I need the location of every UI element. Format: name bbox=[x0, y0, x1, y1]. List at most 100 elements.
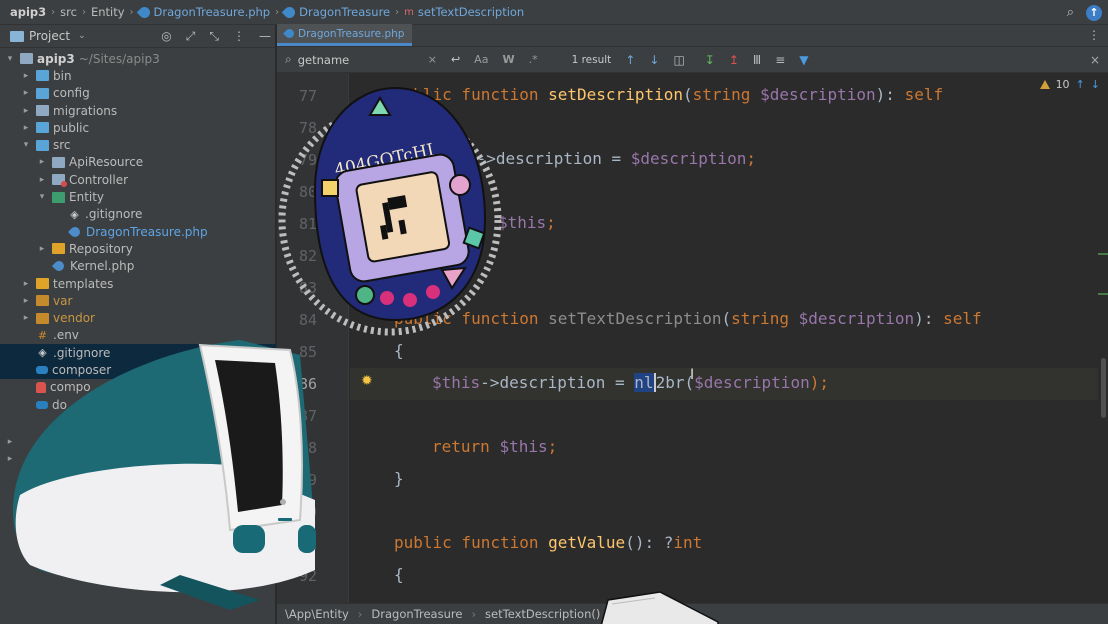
tree-item-public[interactable]: ▸ public bbox=[0, 119, 276, 136]
chevron-down-icon[interactable]: ▾ bbox=[4, 54, 16, 64]
tamagotchi-sticker: 404GOTcHI bbox=[278, 86, 502, 336]
search-icon[interactable]: ⌕ bbox=[285, 52, 292, 67]
scrollbar-thumb[interactable] bbox=[1101, 358, 1106, 418]
chevron-right-icon[interactable]: ▸ bbox=[20, 106, 32, 116]
breadcrumb-file-label: DragonTreasure.php bbox=[153, 5, 271, 19]
tree-item-repository[interactable]: ▸ Repository bbox=[0, 240, 276, 257]
class-icon bbox=[281, 4, 298, 20]
tree-item-dragontreasure[interactable]: DragonTreasure.php bbox=[0, 223, 276, 240]
chevron-right-icon[interactable]: ▸ bbox=[20, 279, 32, 289]
breadcrumb-file[interactable]: DragonTreasure.php bbox=[136, 4, 271, 20]
php-file-icon bbox=[67, 224, 83, 239]
breadcrumb-entity[interactable]: Entity bbox=[91, 5, 125, 19]
chevron-right-icon[interactable]: ▸ bbox=[20, 296, 32, 306]
search-result-count: 1 result bbox=[571, 53, 612, 66]
chevron-right-icon[interactable]: ▸ bbox=[20, 123, 32, 133]
tree-item-apiresource[interactable]: ▸ ApiResource bbox=[0, 154, 276, 171]
tree-item-label: .gitignore bbox=[85, 207, 143, 222]
excluded-folder-icon bbox=[36, 312, 49, 324]
arrow-up-icon[interactable]: ↑ bbox=[625, 53, 635, 67]
folder-icon bbox=[52, 156, 65, 168]
tree-item-controller[interactable]: ▸ Controller bbox=[0, 171, 276, 188]
tree-item-label: apip3 bbox=[37, 51, 75, 66]
chevron-right-icon[interactable]: ▸ bbox=[36, 157, 48, 167]
hide-panel-icon[interactable]: — bbox=[259, 29, 271, 44]
breadcrumb-project[interactable]: apip3 bbox=[10, 5, 46, 19]
tree-item-label: vendor bbox=[53, 311, 95, 326]
chevron-right-icon: › bbox=[129, 6, 134, 18]
tree-item-bin[interactable]: ▸ bin bbox=[0, 67, 276, 84]
chevron-down-icon[interactable]: ▾ bbox=[36, 192, 48, 202]
scrollbar-marker bbox=[1098, 253, 1108, 255]
search-input[interactable]: getname bbox=[298, 53, 428, 67]
tree-item-path: ~/Sites/apip3 bbox=[78, 51, 160, 66]
whole-words-toggle[interactable]: W bbox=[502, 53, 514, 66]
folder-icon bbox=[36, 278, 49, 289]
tree-item-label: ApiResource bbox=[69, 155, 144, 170]
add-occurrence-icon[interactable]: ↧ bbox=[705, 53, 715, 67]
locate-icon[interactable]: ◎ bbox=[161, 29, 171, 44]
newline-icon[interactable]: ↩ bbox=[451, 53, 460, 66]
chevron-down-icon[interactable]: ▾ bbox=[20, 140, 32, 150]
clear-search-icon[interactable]: × bbox=[428, 53, 437, 66]
tree-item-entity[interactable]: ▾ Entity bbox=[0, 188, 276, 205]
breadcrumb-method-label: setTextDescription bbox=[417, 5, 525, 19]
regex-toggle[interactable]: .* bbox=[529, 53, 538, 66]
lightbulb-icon[interactable]: ✹ bbox=[361, 373, 373, 389]
chevron-right-icon: › bbox=[81, 6, 86, 18]
source-folder-icon bbox=[36, 139, 49, 151]
chevron-right-icon[interactable]: ▸ bbox=[36, 175, 48, 185]
select-all-matches-icon[interactable]: Ⅲ bbox=[753, 53, 761, 67]
chevron-down-icon[interactable]: ⌄ bbox=[78, 31, 86, 41]
more-options-icon[interactable]: ⋮ bbox=[1088, 28, 1100, 42]
tree-item-label: Controller bbox=[69, 172, 129, 187]
tree-item-kernel[interactable]: Kernel.php bbox=[0, 258, 276, 275]
chevron-right-icon: › bbox=[275, 6, 280, 18]
search-options-icon[interactable]: ≡ bbox=[775, 53, 785, 67]
chevron-right-icon[interactable]: ▸ bbox=[36, 244, 48, 254]
match-case-toggle[interactable]: Aa bbox=[474, 53, 488, 66]
tree-item-var[interactable]: ▸ var bbox=[0, 292, 276, 309]
folder-icon bbox=[52, 243, 65, 255]
method-icon: m bbox=[404, 6, 414, 18]
more-options-icon[interactable]: ⋮ bbox=[233, 29, 245, 44]
tree-item-migrations[interactable]: ▸ migrations bbox=[0, 102, 276, 119]
tree-item-config[interactable]: ▸ config bbox=[0, 85, 276, 102]
tree-item-label: Entity bbox=[69, 190, 105, 205]
tree-item-src[interactable]: ▾ src bbox=[0, 136, 276, 153]
tree-item-entity-gitignore[interactable]: ◈ .gitignore bbox=[0, 206, 276, 223]
tree-item-templates[interactable]: ▸ templates bbox=[0, 275, 276, 292]
breadcrumb-method[interactable]: m setTextDescription bbox=[404, 5, 524, 19]
chevron-right-icon[interactable]: ▸ bbox=[20, 71, 32, 81]
search-icon[interactable]: ⌕ bbox=[1067, 5, 1074, 20]
tree-item-vendor[interactable]: ▸ vendor bbox=[0, 309, 276, 326]
expand-icon[interactable]: ⤢ bbox=[186, 29, 196, 44]
arrow-down-icon[interactable]: ↓ bbox=[649, 53, 659, 67]
chevron-right-icon: › bbox=[357, 607, 363, 621]
tree-item-label: var bbox=[53, 293, 73, 308]
breadcrumb-method[interactable]: setTextDescription() bbox=[485, 607, 600, 621]
tab-dragontreasure[interactable]: DragonTreasure.php bbox=[277, 24, 413, 46]
select-all-occurrences-icon[interactable]: ◫ bbox=[673, 53, 684, 67]
close-icon[interactable]: × bbox=[1090, 53, 1100, 67]
remove-occurrence-icon[interactable]: ↥ bbox=[729, 53, 739, 67]
breadcrumb-class[interactable]: DragonTreasure bbox=[371, 607, 462, 621]
text-cursor-icon: I bbox=[690, 367, 695, 383]
project-view-selector[interactable]: Project bbox=[29, 29, 70, 43]
tree-item-label: Kernel.php bbox=[70, 259, 135, 274]
tree-item-label: migrations bbox=[53, 103, 118, 118]
code-line-79: s->description = $description; bbox=[467, 149, 756, 168]
breadcrumb-class-label: DragonTreasure bbox=[299, 5, 391, 19]
tree-item-apip3[interactable]: ▾ apip3 ~/Sites/apip3 bbox=[0, 50, 276, 67]
collapse-icon[interactable]: ⤡ bbox=[209, 29, 219, 44]
breadcrumb-class[interactable]: DragonTreasure bbox=[281, 4, 391, 20]
update-icon[interactable]: ↑ bbox=[1086, 4, 1102, 21]
code-line-88: return $this; bbox=[432, 437, 558, 456]
breadcrumb-src[interactable]: src bbox=[60, 5, 77, 19]
editor-tab-bar: DragonTreasure.php ⋮ bbox=[277, 24, 1108, 47]
chevron-right-icon[interactable]: ▸ bbox=[20, 313, 32, 323]
chevron-right-icon: › bbox=[395, 6, 400, 18]
tree-item-label: public bbox=[53, 120, 90, 135]
chevron-right-icon[interactable]: ▸ bbox=[20, 88, 32, 98]
filter-icon[interactable]: ▼ bbox=[799, 53, 808, 67]
